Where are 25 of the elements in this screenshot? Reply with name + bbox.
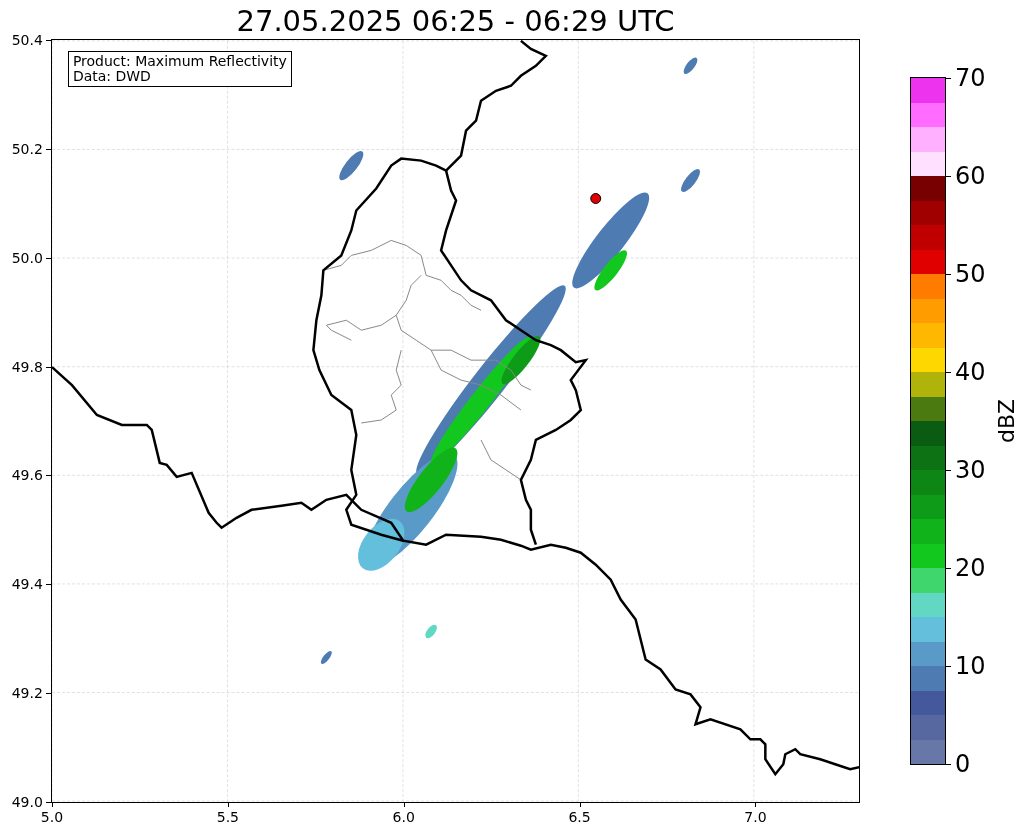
y-tick-label: 49.6 xyxy=(11,467,43,484)
x-tick-label: 6.5 xyxy=(568,809,591,825)
info-text: Data: DWD xyxy=(72,69,152,84)
y-tick-label: 49.2 xyxy=(11,685,43,702)
y-tick-label: 49.0 xyxy=(11,794,43,810)
info-text: Product: Maximum Reflectivity xyxy=(72,54,287,69)
x-tick-label: 5.5 xyxy=(216,809,239,825)
colorbar-tick-label: 0 xyxy=(955,751,971,777)
colorbar-tick-label: 20 xyxy=(955,555,986,581)
x-tick-label: 6.0 xyxy=(392,809,415,825)
y-tick-label: 49.4 xyxy=(11,576,43,593)
colorbar-label: dBZ xyxy=(993,398,1019,444)
x-tick-label: 7.0 xyxy=(744,809,767,825)
y-tick-label: 50.0 xyxy=(11,249,43,266)
plot-title: 27.05.2025 06:25 - 06:29 UTC xyxy=(236,3,675,39)
colorbar-tick-label: 60 xyxy=(955,163,986,189)
y-tick-label: 50.2 xyxy=(11,140,43,157)
colorbar-tick-label: 10 xyxy=(955,653,986,679)
y-tick-label: 50.4 xyxy=(11,32,43,48)
x-tick-label: 5.0 xyxy=(40,809,64,825)
colorbar-tick-label: 40 xyxy=(955,359,986,385)
colorbar-tick-label: 30 xyxy=(955,457,986,483)
colorbar-tick-label: 70 xyxy=(955,65,986,91)
colorbar-tick-label: 50 xyxy=(955,261,986,287)
y-tick-label: 49.8 xyxy=(11,358,43,375)
